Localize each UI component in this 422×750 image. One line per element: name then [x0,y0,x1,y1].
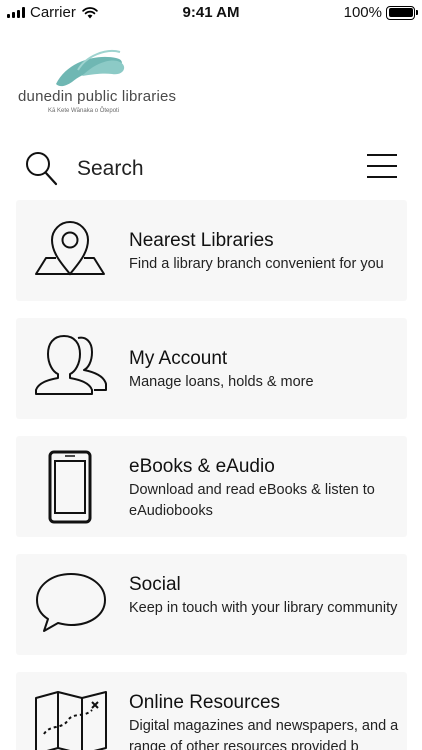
card-my-account[interactable]: My Account Manage loans, holds & more [16,318,407,419]
card-nearest-libraries[interactable]: Nearest Libraries Find a library branch … [16,200,407,301]
battery-fill [388,8,413,17]
battery-percentage: 100% [343,4,382,21]
battery-icon [386,5,418,20]
logo-text: dunedin public libraries [18,88,177,105]
search-label[interactable]: Search [77,157,144,181]
map-pin-icon [35,221,105,276]
card-ebooks-eaudio[interactable]: eBooks & eAudio Download and read eBooks… [16,436,407,537]
card-social[interactable]: Social Keep in touch with your library c… [16,554,407,655]
card-description: Find a library branch convenient for you [129,256,384,272]
card-title: My Account [129,348,228,369]
users-icon [35,335,107,395]
hamburger-menu-icon[interactable] [367,154,397,178]
card-description: Keep in touch with your library communit… [129,600,398,616]
smartphone-icon [48,450,92,524]
card-title: Nearest Libraries [129,230,274,251]
search-icon[interactable] [24,150,58,186]
card-description: Download and read eBooks & listen to eAu… [129,482,375,519]
status-right: 100% [343,4,418,21]
card-online-resources[interactable]: Online Resources Digital magazines and n… [16,672,407,750]
status-bar: Carrier 9:41 AM 100% [0,0,422,24]
treasure-map-icon [35,691,107,750]
logo-subtext: Kā Kete Wānaka o Ōtepoti [48,108,120,114]
speech-bubble-icon [36,573,106,632]
card-title: eBooks & eAudio [129,456,275,477]
card-title: Social [129,574,181,595]
search-bar[interactable]: Search [0,148,422,192]
card-description: Digital magazines and newspapers, and a … [129,718,399,750]
card-title: Online Resources [129,692,281,713]
card-description: Manage loans, holds & more [129,374,314,390]
